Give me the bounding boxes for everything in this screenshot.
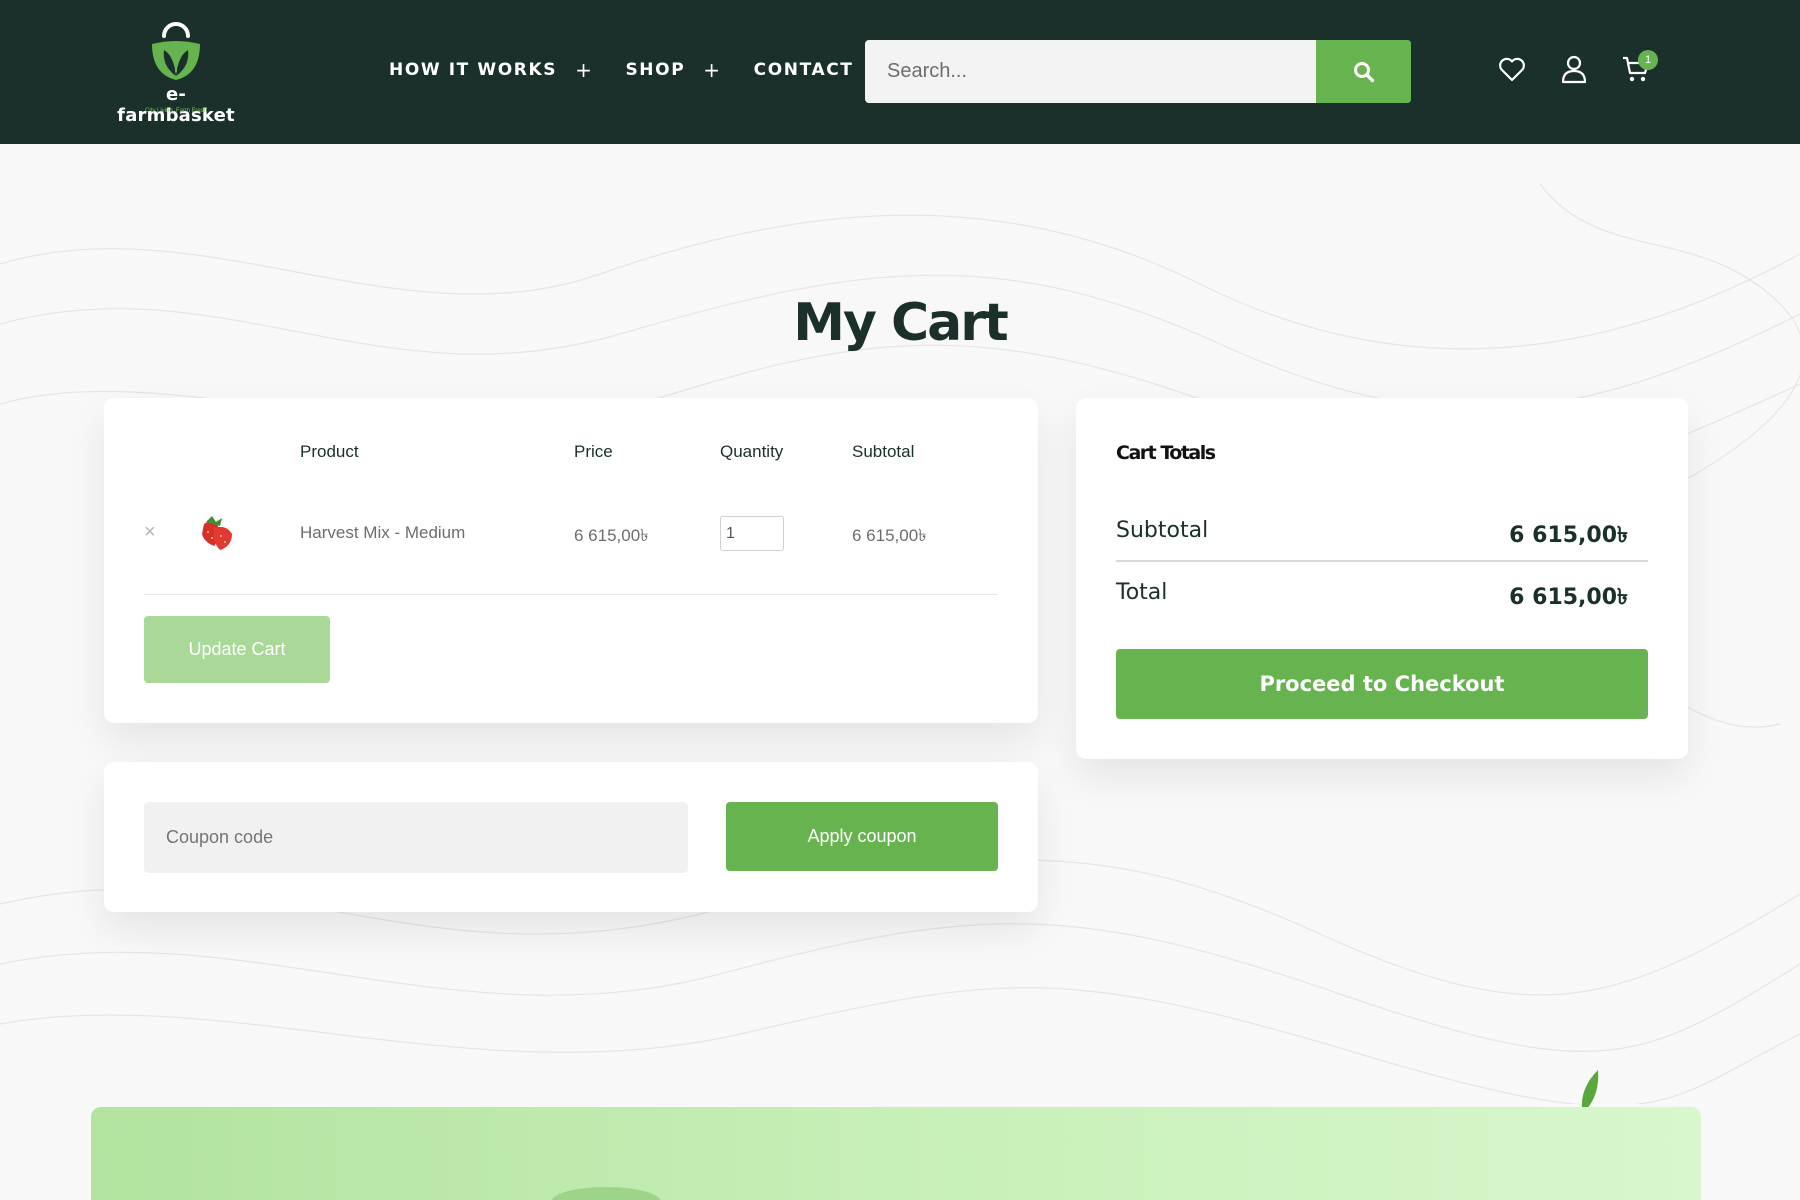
search-bar bbox=[865, 40, 1411, 103]
submenu-plus-icon[interactable]: + bbox=[575, 58, 593, 82]
banner-decoration bbox=[551, 1187, 661, 1200]
column-header-product: Product bbox=[300, 442, 359, 461]
nav-item-label: CONTACT bbox=[753, 60, 854, 80]
column-header-price: Price bbox=[574, 442, 613, 461]
total-row: Total 6 615,00৳ bbox=[1116, 580, 1648, 617]
cart-table-card: Product Price Quantity Subtotal × Harves… bbox=[104, 398, 1038, 723]
subtotal-row: Subtotal 6 615,00৳ bbox=[1116, 518, 1648, 555]
totals-divider bbox=[1116, 560, 1648, 562]
nav-item-how-it-works[interactable]: HOW IT WORKS + bbox=[389, 58, 593, 82]
leaf-decoration-icon bbox=[1581, 1070, 1599, 1110]
search-input[interactable] bbox=[865, 40, 1316, 103]
coupon-code-input[interactable] bbox=[144, 802, 688, 873]
cart-totals-card: Cart Totals Subtotal 6 615,00৳ Total 6 6… bbox=[1076, 398, 1688, 759]
product-price: 6 615,00৳ bbox=[574, 526, 649, 545]
heart-icon[interactable] bbox=[1497, 54, 1527, 84]
cart-totals-title: Cart Totals bbox=[1116, 442, 1216, 464]
column-header-subtotal: Subtotal bbox=[852, 442, 915, 461]
site-header: e-farmbasket City Living, Farm Fresh HOW… bbox=[0, 0, 1800, 144]
nav-item-label: HOW IT WORKS bbox=[389, 60, 558, 80]
quantity-input[interactable] bbox=[720, 516, 784, 551]
basket-leaf-logo-icon bbox=[152, 22, 200, 80]
product-name-link[interactable]: Harvest Mix - Medium bbox=[300, 523, 465, 543]
user-icon[interactable] bbox=[1559, 54, 1589, 84]
column-header-quantity: Quantity bbox=[720, 442, 784, 461]
page-title: My Cart bbox=[793, 293, 1009, 353]
submenu-plus-icon[interactable]: + bbox=[703, 58, 721, 82]
update-cart-button[interactable]: Update Cart bbox=[144, 616, 330, 683]
coupon-card: Apply coupon bbox=[104, 762, 1038, 912]
total-label: Total bbox=[1116, 580, 1168, 605]
row-divider bbox=[144, 594, 998, 595]
site-logo[interactable]: e-farmbasket City Living, Farm Fresh bbox=[112, 22, 240, 126]
nav-item-contact[interactable]: CONTACT bbox=[754, 60, 854, 80]
remove-item-icon[interactable]: × bbox=[144, 522, 156, 542]
search-button[interactable] bbox=[1316, 40, 1411, 103]
strawberry-icon[interactable] bbox=[190, 512, 236, 554]
product-subtotal: 6 615,00৳ bbox=[852, 526, 927, 545]
subtotal-label: Subtotal bbox=[1116, 518, 1209, 543]
subtotal-value: 6 615,00৳ bbox=[1509, 523, 1628, 548]
logo-wordmark: e-farmbasket bbox=[117, 84, 235, 126]
proceed-to-checkout-button[interactable]: Proceed to Checkout bbox=[1116, 649, 1648, 719]
main-nav: HOW IT WORKS + SHOP + CONTACT bbox=[389, 58, 886, 82]
nav-item-label: SHOP bbox=[625, 60, 686, 80]
apply-coupon-button[interactable]: Apply coupon bbox=[726, 802, 998, 871]
search-icon bbox=[1353, 61, 1374, 82]
logo-tagline: City Living, Farm Fresh bbox=[144, 108, 207, 114]
promo-banner bbox=[91, 1107, 1701, 1200]
total-value: 6 615,00৳ bbox=[1509, 585, 1628, 610]
cart-count-badge: 1 bbox=[1638, 50, 1658, 70]
nav-item-shop[interactable]: SHOP + bbox=[625, 58, 721, 82]
